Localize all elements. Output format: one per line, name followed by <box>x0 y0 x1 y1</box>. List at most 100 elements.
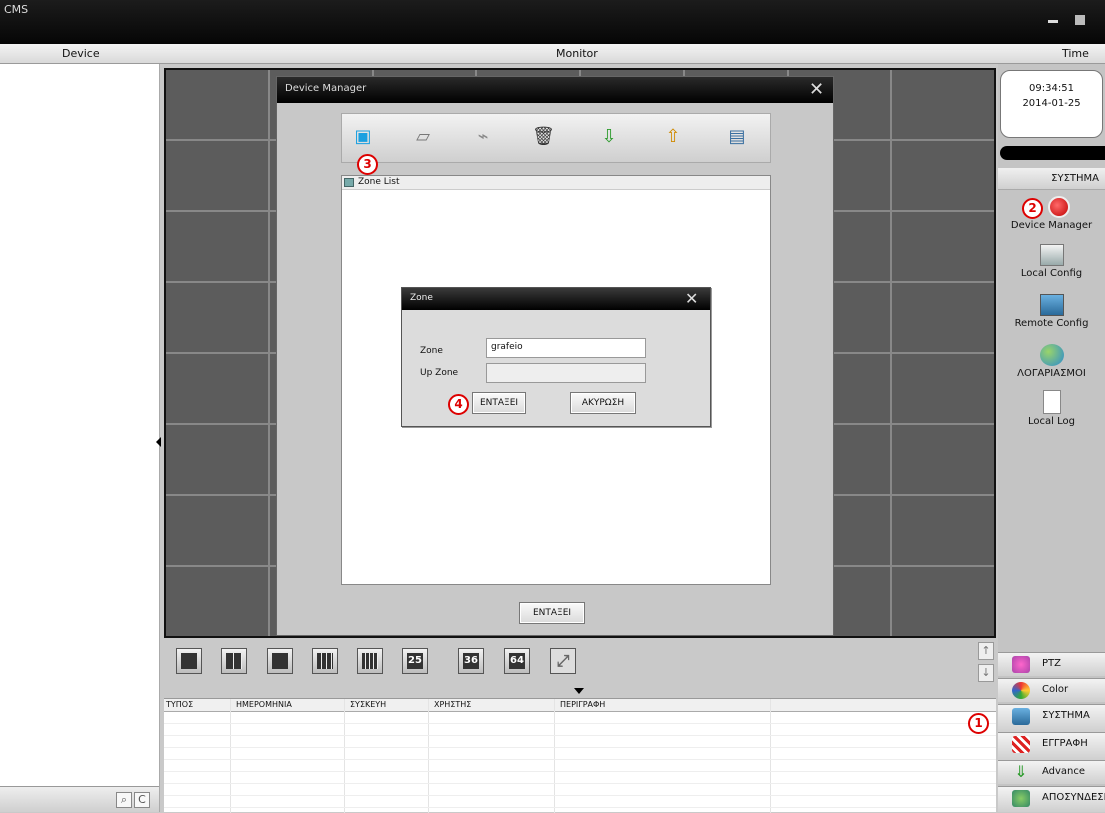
delete-icon[interactable]: 🗑 <box>532 126 555 148</box>
zone-name-input[interactable]: grafeio <box>486 338 646 358</box>
export-icon[interactable]: ⇧ <box>662 126 684 148</box>
scroll-up-icon[interactable]: ↑ <box>978 642 994 660</box>
device-tree-panel[interactable] <box>0 64 160 812</box>
zone-list-header[interactable]: Zone List <box>342 176 770 190</box>
import-icon[interactable]: ⇩ <box>598 126 620 148</box>
log-col-type[interactable]: ΤΥΠΟΣ <box>166 700 193 709</box>
video-cell[interactable] <box>166 354 268 423</box>
video-cell[interactable] <box>892 212 994 281</box>
log-col-description[interactable]: ΠΕΡΙΓΡΑΦΗ <box>560 700 605 709</box>
record-icon <box>1012 736 1030 753</box>
collapse-arrow-icon[interactable] <box>156 437 161 447</box>
row-divider <box>164 723 996 724</box>
close-icon[interactable]: ✕ <box>685 290 698 308</box>
video-cell[interactable] <box>892 496 994 565</box>
layout-6-icon[interactable] <box>267 648 293 674</box>
local-config-label: Local Config <box>1020 268 1083 279</box>
menu-monitor[interactable]: Monitor <box>556 47 598 60</box>
close-icon[interactable]: ✕ <box>809 81 824 99</box>
menu-device[interactable]: Device <box>62 47 100 60</box>
record-label: ΕΓΓΡΑΦΗ <box>1042 738 1088 749</box>
video-cell[interactable] <box>892 70 994 139</box>
video-cell[interactable] <box>166 212 268 281</box>
refresh-icon[interactable]: C <box>134 792 150 808</box>
accounts-label: ΛΟΓΑΡΙΑΣΜΟΙ <box>1017 368 1086 379</box>
layout-36-icon[interactable]: 36 <box>458 648 484 674</box>
video-cell[interactable] <box>892 283 994 352</box>
video-cell[interactable] <box>892 354 994 423</box>
ip-search-icon[interactable]: ▤ <box>726 126 748 148</box>
video-cell[interactable] <box>166 283 268 352</box>
device-manager-ok-button[interactable]: ΕΝΤΑΞΕΙ <box>519 602 585 624</box>
fullscreen-icon[interactable]: ⤢ <box>550 648 576 674</box>
ptz-icon <box>1012 656 1030 673</box>
layout-4-icon[interactable] <box>221 648 247 674</box>
up-zone-input[interactable] <box>486 363 646 383</box>
device-manager-item[interactable]: Device Manager <box>998 196 1105 231</box>
local-log-label: Local Log <box>1028 416 1075 427</box>
advance-label: Advance <box>1042 766 1086 777</box>
logout-button[interactable]: ΑΠΟΣΥΝΔΕΣΗ <box>998 786 1105 812</box>
video-cell[interactable] <box>892 567 994 636</box>
video-cell[interactable] <box>166 70 268 139</box>
remote-config-icon <box>1039 294 1064 316</box>
system-label: ΣΥΣΤΗΜΑ <box>1042 710 1090 721</box>
row-divider <box>164 771 996 772</box>
layout-64-icon[interactable]: 64 <box>504 648 530 674</box>
search-icon[interactable]: ⌕ <box>116 792 132 808</box>
ptz-label: PTZ <box>1042 658 1061 669</box>
video-cell[interactable] <box>166 567 268 636</box>
layout-1-icon[interactable] <box>176 648 202 674</box>
logout-icon <box>1012 790 1030 807</box>
remote-config-item[interactable]: Remote Config <box>998 294 1105 329</box>
layout-9-icon[interactable] <box>312 648 338 674</box>
system-icon <box>1012 708 1030 725</box>
row-divider <box>164 807 996 808</box>
add-device-icon[interactable]: ▱ <box>412 126 434 148</box>
log-col-date[interactable]: ΗΜΕΡΟΜΗΝΙΑ <box>236 700 292 709</box>
modify-icon[interactable]: ⌁ <box>472 126 494 148</box>
video-cell[interactable] <box>166 425 268 494</box>
layout-36-label: 36 <box>463 653 479 669</box>
color-button[interactable]: Color <box>998 678 1105 702</box>
expand-log-arrow-icon[interactable] <box>574 688 584 694</box>
step-badge-3: 3 <box>357 154 378 175</box>
video-cell[interactable] <box>166 141 268 210</box>
ptz-button[interactable]: PTZ <box>998 652 1105 676</box>
system-panel-header: ΣΥΣΤΗΜΑ <box>998 168 1105 190</box>
row-divider <box>164 759 996 760</box>
video-cell[interactable] <box>166 496 268 565</box>
system-button[interactable]: ΣΥΣΤΗΜΑ <box>998 704 1105 732</box>
menu-time[interactable]: Time <box>1062 47 1089 60</box>
layout-64-label: 64 <box>509 653 525 669</box>
device-manager-titlebar: Device Manager ✕ <box>277 77 833 103</box>
add-zone-icon[interactable]: ▣ <box>352 126 374 148</box>
device-manager-toolbar: ▣ ▱ ⌁ 🗑 ⇩ ⇧ ▤ <box>341 113 771 163</box>
device-manager-icon <box>1048 196 1070 218</box>
clock-time: 09:34:51 <box>1029 83 1074 94</box>
layout-25-icon[interactable]: 25 <box>402 648 428 674</box>
layout-25-label: 25 <box>407 653 423 669</box>
video-cell[interactable] <box>892 141 994 210</box>
log-col-user[interactable]: ΧΡΗΣΤΗΣ <box>434 700 471 709</box>
log-col-device[interactable]: ΣΥΣΚΕΥΗ <box>350 700 386 709</box>
layout-16-icon[interactable] <box>357 648 383 674</box>
zone-dialog-title: Zone <box>410 293 433 303</box>
advance-button[interactable]: ⇓ Advance <box>998 760 1105 784</box>
panel-separator <box>1000 146 1105 160</box>
zone-cancel-button[interactable]: ΑΚΥΡΩΣΗ <box>570 392 636 414</box>
video-cell[interactable] <box>892 425 994 494</box>
local-config-item[interactable]: Local Config <box>998 244 1105 279</box>
zone-folder-icon <box>344 178 354 187</box>
zone-ok-button[interactable]: ΕΝΤΑΞΕΙ <box>472 392 526 414</box>
device-manager-label: Device Manager <box>1010 220 1093 231</box>
local-log-item[interactable]: Local Log <box>998 390 1105 427</box>
record-button[interactable]: ΕΓΓΡΑΦΗ <box>998 732 1105 760</box>
advance-icon: ⇓ <box>1014 762 1028 781</box>
app-title: CMS <box>4 3 29 16</box>
accounts-item[interactable]: ΛΟΓΑΡΙΑΣΜΟΙ <box>998 344 1105 379</box>
row-divider <box>164 735 996 736</box>
maximize-button[interactable] <box>1075 15 1085 25</box>
minimize-button[interactable] <box>1048 20 1058 23</box>
scroll-down-icon[interactable]: ↓ <box>978 664 994 682</box>
